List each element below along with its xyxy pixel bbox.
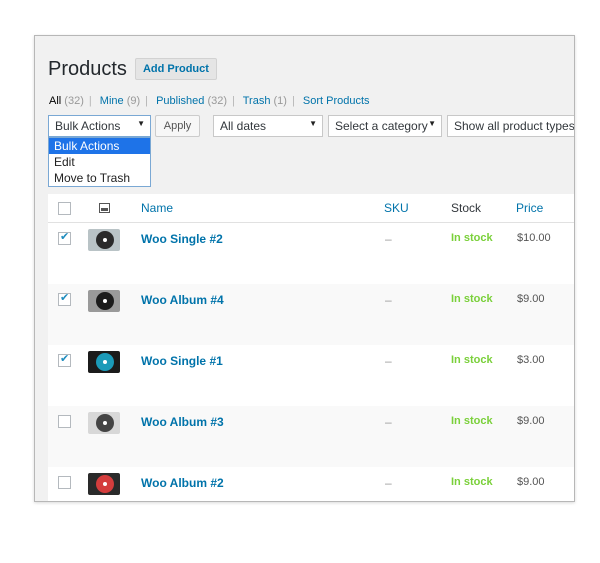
- view-trash-link[interactable]: Trash (1): [243, 95, 287, 107]
- product-price: $3.00: [517, 354, 545, 366]
- row-checkbox[interactable]: ✔: [58, 353, 71, 367]
- checkmark-icon: ✔: [60, 292, 70, 304]
- stock-status: In stock: [451, 415, 493, 427]
- category-filter-select[interactable]: Select a category ▼: [328, 115, 442, 137]
- product-thumbnail[interactable]: [88, 229, 120, 251]
- bulk-option-bulk-actions[interactable]: Bulk Actions: [49, 138, 150, 154]
- column-sku[interactable]: SKU: [384, 201, 409, 215]
- product-name-link[interactable]: Woo Album #4: [141, 293, 224, 307]
- product-price: $9.00: [517, 476, 545, 488]
- product-name-link[interactable]: Woo Album #2: [141, 476, 224, 490]
- product-sku: –: [385, 415, 392, 429]
- product-sku: –: [385, 476, 392, 490]
- table-row: Woo Album #2 – In stock $9.00: [48, 467, 574, 501]
- page-header: Products Add Product: [48, 56, 217, 82]
- table-header: Name SKU Stock Price: [48, 194, 574, 223]
- column-stock: Stock: [451, 201, 482, 215]
- product-name-link[interactable]: Woo Single #2: [141, 232, 223, 246]
- product-type-filter-select[interactable]: Show all product types: [447, 115, 574, 137]
- product-thumbnail[interactable]: [88, 412, 120, 434]
- table-row: Woo Album #3 – In stock $9.00: [48, 406, 574, 467]
- products-table: Name SKU Stock Price ✔ Woo Single #2 – In s…: [48, 194, 574, 501]
- stock-status: In stock: [451, 476, 493, 488]
- bulk-option-edit[interactable]: Edit: [49, 154, 150, 170]
- product-name-link[interactable]: Woo Album #3: [141, 415, 224, 429]
- stock-status: In stock: [451, 293, 493, 305]
- row-checkbox[interactable]: [58, 415, 71, 428]
- select-all-checkbox[interactable]: [58, 202, 71, 215]
- row-checkbox[interactable]: ✔: [58, 231, 71, 245]
- dates-filter-select[interactable]: All dates ▼: [213, 115, 323, 137]
- view-mine-link[interactable]: Mine (9): [100, 95, 140, 107]
- chevron-down-icon: ▼: [309, 119, 317, 128]
- table-body: ✔ Woo Single #2 – In stock $10.00 ✔ Woo Album …: [48, 223, 574, 501]
- product-thumbnail[interactable]: [88, 290, 120, 312]
- table-row: ✔ Woo Album #4 – In stock $9.00: [48, 284, 574, 345]
- product-thumbnail[interactable]: [88, 473, 120, 495]
- product-sku: –: [385, 232, 392, 246]
- product-price: $9.00: [517, 415, 545, 427]
- products-admin-window: Products Add Product All (32) | Mine (9) |…: [34, 35, 575, 502]
- bulk-option-move-to-trash[interactable]: Move to Trash: [49, 170, 150, 186]
- add-product-button[interactable]: Add Product: [134, 58, 217, 80]
- chevron-down-icon: ▼: [137, 119, 145, 128]
- tablenav: Bulk Actions ▼ Apply All dates ▼ Select a …: [48, 115, 574, 137]
- checkmark-icon: ✔: [60, 231, 70, 243]
- product-price: $10.00: [517, 232, 551, 244]
- column-price[interactable]: Price: [516, 201, 543, 215]
- sort-products-link[interactable]: Sort Products: [303, 95, 370, 107]
- row-checkbox[interactable]: [58, 476, 71, 489]
- stock-status: In stock: [451, 232, 493, 244]
- chevron-down-icon: ▼: [428, 119, 436, 128]
- stock-status: In stock: [451, 354, 493, 366]
- row-checkbox[interactable]: ✔: [58, 292, 71, 306]
- column-name[interactable]: Name: [141, 201, 173, 215]
- apply-button[interactable]: Apply: [155, 115, 200, 137]
- view-published-link[interactable]: Published (32): [156, 95, 227, 107]
- product-name-link[interactable]: Woo Single #1: [141, 354, 223, 368]
- product-thumbnail[interactable]: [88, 351, 120, 373]
- view-all-link[interactable]: All (32): [49, 95, 84, 107]
- product-price: $9.00: [517, 293, 545, 305]
- bulk-actions-dropdown: Bulk Actions Edit Move to Trash: [48, 137, 151, 187]
- checkmark-icon: ✔: [60, 353, 70, 365]
- table-row: ✔ Woo Single #1 – In stock $3.00: [48, 345, 574, 406]
- table-row: ✔ Woo Single #2 – In stock $10.00: [48, 223, 574, 284]
- image-icon: [99, 203, 110, 213]
- product-sku: –: [385, 293, 392, 307]
- product-sku: –: [385, 354, 392, 368]
- bulk-actions-select[interactable]: Bulk Actions ▼: [48, 115, 151, 137]
- view-filters: All (32) | Mine (9) | Published (32) | Tras…: [49, 95, 370, 107]
- page-title: Products: [48, 57, 127, 80]
